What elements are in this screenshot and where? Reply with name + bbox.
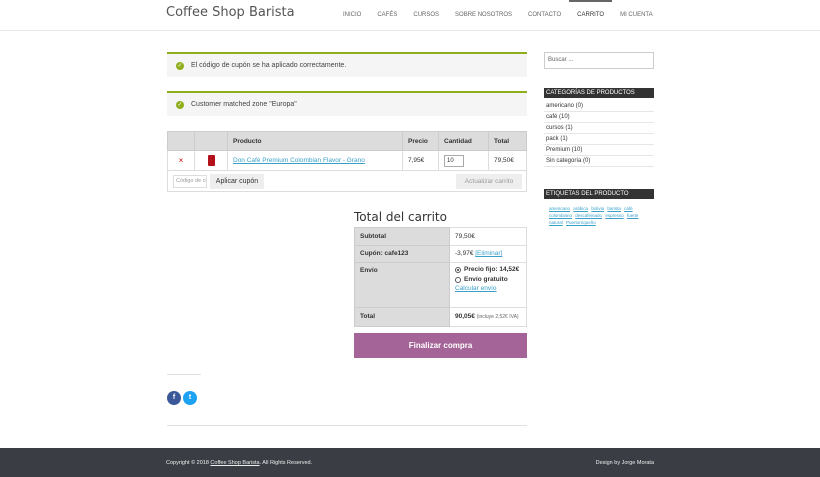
- update-cart-button[interactable]: Actualizar carrito: [456, 174, 522, 189]
- check-icon: ✓: [176, 61, 184, 70]
- tag-link[interactable]: americano: [549, 206, 570, 211]
- cart-totals-title: Total del carrito: [354, 210, 447, 224]
- tag-link[interactable]: fuerte: [627, 213, 639, 218]
- cart-header-row: Producto Precio Cantidad Total: [167, 131, 527, 151]
- nav-item-cafes[interactable]: CAFÉS: [369, 0, 405, 31]
- share-buttons: f t: [167, 391, 197, 405]
- design-credit: Design by Jorge Morata: [595, 460, 654, 466]
- copyright-suffix: . All Rights Reserved.: [259, 460, 313, 466]
- nav-item-carrito[interactable]: CARRITO: [569, 0, 613, 31]
- site-footer: Copyright © 2018 Coffee Shop Barista. Al…: [0, 448, 820, 477]
- copyright: Copyright © 2018 Coffee Shop Barista. Al…: [166, 460, 312, 466]
- tag-link[interactable]: café: [624, 206, 633, 211]
- table-row: × Don Café Premium Colombian Flavor - Gr…: [167, 150, 527, 171]
- tag-link[interactable]: barista: [607, 206, 621, 211]
- cart-table: Producto Precio Cantidad Total × Don Caf…: [167, 131, 527, 192]
- tag-link[interactable]: colombiano: [549, 213, 572, 218]
- categories-title: CATEGORÍAS DE PRODUCTOS: [544, 88, 654, 98]
- apply-coupon-button[interactable]: Aplicar cupón: [210, 174, 264, 189]
- coupon-value-cell: -3,97€ [Eliminar]: [449, 245, 527, 263]
- category-item[interactable]: café (10): [544, 112, 654, 123]
- header-remove: [167, 131, 195, 151]
- product-name-cell: Don Café Premium Colombian Flavor - Gran…: [227, 150, 403, 171]
- tag-link[interactable]: bolivia: [591, 206, 604, 211]
- radio-icon[interactable]: [455, 276, 461, 283]
- product-subtotal: 79,50€: [488, 150, 527, 171]
- category-item[interactable]: Sin categoría (0): [544, 156, 654, 167]
- nav-item-contacto[interactable]: CONTACTO: [520, 0, 569, 31]
- coupon-code-input[interactable]: Código de cupón: [173, 175, 207, 188]
- divider: [167, 374, 201, 375]
- notice-text: El código de cupón se ha aplicado correc…: [191, 62, 347, 69]
- subtotal-value: 79,50€: [449, 227, 527, 246]
- cart-actions: Código de cupón Aplicar cupón Actualizar…: [167, 170, 527, 192]
- category-item[interactable]: pack (1): [544, 134, 654, 145]
- category-item[interactable]: Premium (10): [544, 145, 654, 156]
- subtotal-label: Subtotal: [354, 227, 450, 246]
- nav-item-inicio[interactable]: INICIO: [335, 0, 369, 31]
- checkout-button[interactable]: Finalizar compra: [354, 333, 527, 358]
- zone-matched-notice: ✓ Customer matched zone "Europa": [167, 91, 527, 116]
- coupon-row: Cupón: cafe123 -3,97€ [Eliminar]: [354, 245, 527, 263]
- coffee-bag-icon: [207, 155, 215, 166]
- footer-site-link[interactable]: Coffee Shop Barista: [210, 460, 259, 466]
- header-price: Precio: [402, 131, 439, 151]
- site-header: Coffee Shop Barista INICIO CAFÉS CURSOS …: [0, 0, 820, 31]
- product-link[interactable]: Don Café Premium Colombian Flavor - Gran…: [233, 157, 365, 164]
- header-thumbnail: [194, 131, 228, 151]
- main-nav: INICIO CAFÉS CURSOS SOBRE NOSOTROS CONTA…: [335, 0, 661, 31]
- shipping-free-label: Envío gratuito: [464, 276, 508, 283]
- total-value: 90,05€: [455, 313, 475, 320]
- product-price: 7,95€: [402, 150, 439, 171]
- order-total-row: Total 90,05€ (incluye 2,52€ IVA): [354, 307, 527, 327]
- tax-note: (incluye 2,52€ IVA): [476, 314, 519, 320]
- shipping-flat-label: Precio fijo: 14,52€: [464, 266, 520, 273]
- tag-link[interactable]: Puertorriqueño: [566, 220, 596, 225]
- total-value-cell: 90,05€ (incluye 2,52€ IVA): [449, 307, 527, 327]
- tag-link[interactable]: descafeinado: [575, 213, 602, 218]
- nav-item-sobre-nosotros[interactable]: SOBRE NOSOTROS: [447, 0, 520, 31]
- shipping-option-free[interactable]: Envío gratuito: [455, 276, 521, 283]
- cart-actions-row: Código de cupón Aplicar cupón Actualizar…: [167, 170, 527, 192]
- coupon-applied-notice: ✓ El código de cupón se ha aplicado corr…: [167, 52, 527, 77]
- nav-item-mi-cuenta[interactable]: MI CUENTA: [612, 0, 661, 31]
- header-total: Total: [488, 131, 527, 151]
- tags-title: ETIQUETAS DEL PRODUCTO: [544, 189, 654, 199]
- tag-cloud: americano arábica bolivia barista café c…: [549, 205, 653, 226]
- categories-list: americano (0) café (10) cursos (1) pack …: [544, 101, 654, 167]
- header-quantity: Cantidad: [438, 131, 489, 151]
- shipping-row: Envío Precio fijo: 14,52€ Envío gratuito…: [354, 262, 527, 308]
- coupon-discount: -3,97€: [455, 250, 474, 257]
- site-title[interactable]: Coffee Shop Barista: [166, 5, 295, 20]
- twitter-icon[interactable]: t: [183, 391, 197, 405]
- search-input[interactable]: Buscar ...: [544, 52, 654, 69]
- remove-item-button[interactable]: ×: [167, 150, 195, 171]
- shipping-label: Envío: [354, 262, 450, 308]
- category-item[interactable]: americano (0): [544, 101, 654, 112]
- radio-selected-icon[interactable]: [455, 266, 461, 273]
- product-quantity-cell: 10: [438, 150, 489, 171]
- tag-link[interactable]: espresso: [605, 213, 623, 218]
- facebook-icon[interactable]: f: [167, 391, 181, 405]
- divider: [167, 425, 527, 426]
- subtotal-row: Subtotal 79,50€: [354, 227, 527, 246]
- header-product: Producto: [227, 131, 403, 151]
- shipping-options: Precio fijo: 14,52€ Envío gratuito Calcu…: [449, 262, 527, 308]
- shipping-option-flat[interactable]: Precio fijo: 14,52€: [455, 266, 521, 273]
- total-label: Total: [354, 307, 450, 327]
- remove-coupon-link[interactable]: [Eliminar]: [475, 250, 502, 257]
- quantity-stepper[interactable]: 10: [444, 154, 464, 167]
- coupon-label: Cupón: cafe123: [354, 245, 450, 263]
- category-item[interactable]: cursos (1): [544, 123, 654, 134]
- product-thumbnail[interactable]: [194, 150, 228, 171]
- check-icon: ✓: [176, 100, 184, 109]
- cart-totals-table: Subtotal 79,50€ Cupón: cafe123 -3,97€ [E…: [354, 227, 527, 327]
- copyright-prefix: Copyright © 2018: [166, 460, 209, 466]
- notice-text: Customer matched zone "Europa": [191, 101, 297, 108]
- nav-item-cursos[interactable]: CURSOS: [405, 0, 447, 31]
- tag-link[interactable]: natural: [549, 220, 563, 225]
- tag-link[interactable]: arábica: [573, 206, 588, 211]
- calculate-shipping-link[interactable]: Calcular envío: [455, 285, 497, 292]
